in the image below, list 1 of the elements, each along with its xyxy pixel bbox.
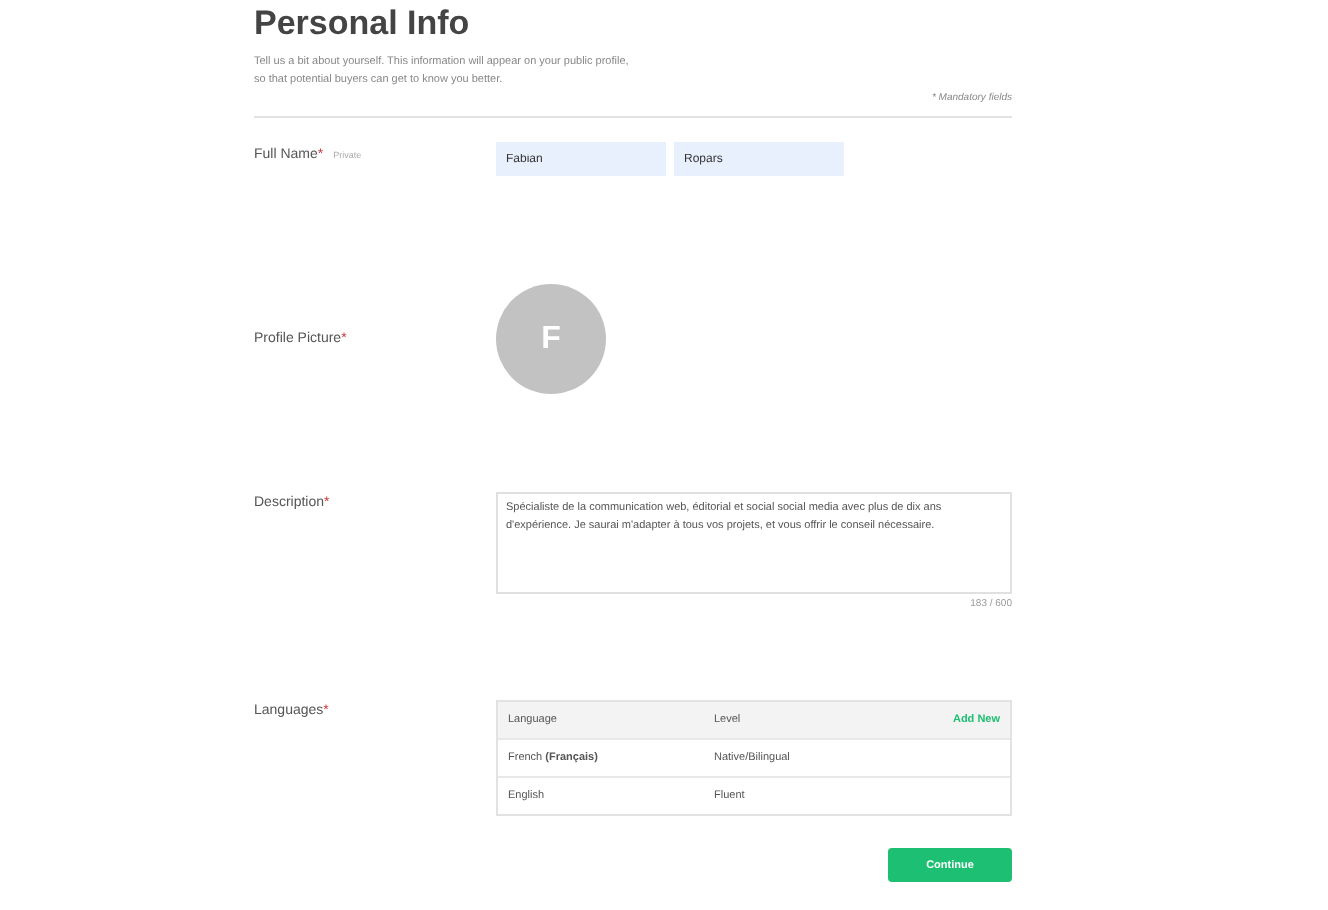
page-title: Personal Info xyxy=(254,4,472,44)
